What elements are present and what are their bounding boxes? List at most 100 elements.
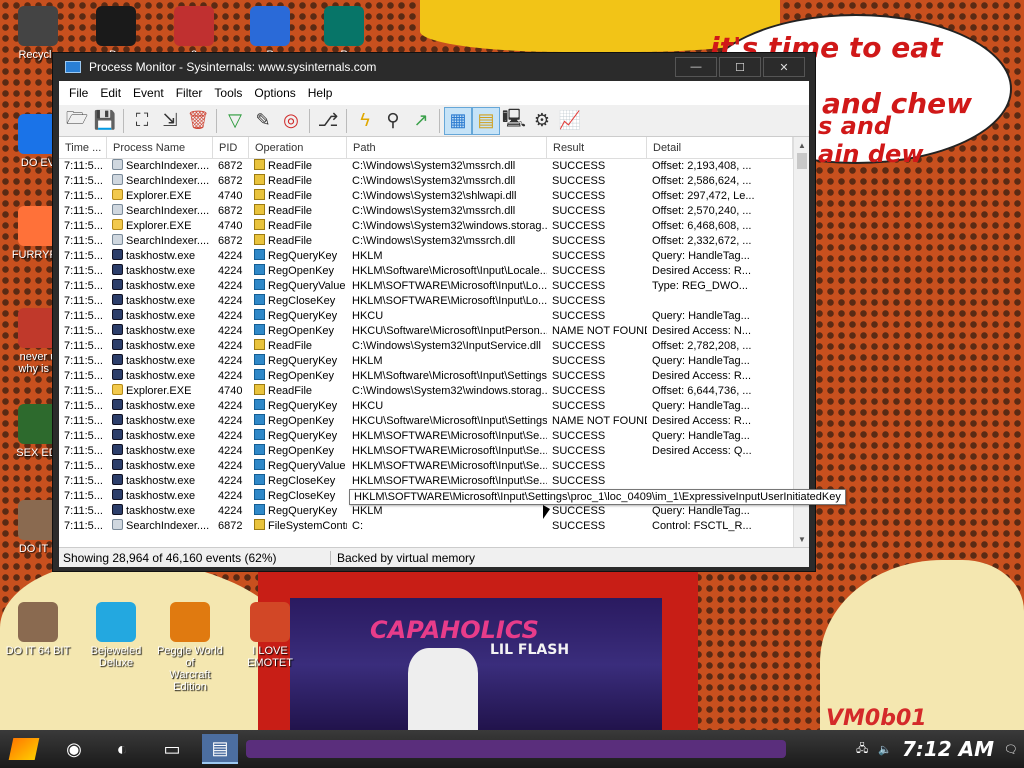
cell-operation: RegOpenKey (249, 369, 347, 384)
table-row[interactable]: 7:11:5... taskhostw.exe 4224 RegQueryValue H… (59, 459, 809, 474)
col-path[interactable]: Path (347, 137, 547, 158)
registry-op-icon (254, 504, 265, 515)
table-row[interactable]: 7:11:5... SearchIndexer.... 6872 ReadFile C:… (59, 234, 809, 249)
table-row[interactable]: 7:11:5... taskhostw.exe 4224 RegQueryKey HKL… (59, 354, 809, 369)
menu-edit[interactable]: Edit (94, 86, 127, 100)
filter-icon[interactable]: ▽ (221, 107, 249, 135)
table-row[interactable]: 7:11:5... SearchIndexer.... 6872 FileSystem… (59, 519, 809, 534)
desktop-icon[interactable]: DO IT 64 BIT (0, 602, 76, 657)
network-icon[interactable]: 🖧 (856, 740, 868, 759)
capture-icon[interactable]: ⛶ (128, 107, 156, 135)
mouse-cursor-icon (543, 505, 550, 519)
table-row[interactable]: 7:11:5... Explorer.EXE 4740 ReadFile C:\Wind… (59, 219, 809, 234)
cell-detail: Type: REG_DWO... (647, 279, 793, 294)
table-row[interactable]: 7:11:5... taskhostw.exe 4224 RegOpenKey HKLM… (59, 264, 809, 279)
cell-time-text: 7:11:5... (64, 370, 103, 382)
process-activity-icon[interactable]: ⚙ (528, 107, 556, 135)
cell-detail: Desired Access: R... (647, 414, 793, 429)
table-row[interactable]: 7:11:5... SearchIndexer.... 6872 ReadFile C:… (59, 204, 809, 219)
taskbar-explorer-icon[interactable]: ▭ (154, 734, 190, 764)
table-row[interactable]: 7:11:5... taskhostw.exe 4224 RegCloseKey HKL… (59, 474, 809, 489)
cell-result: NAME NOT FOUND (547, 414, 647, 429)
table-row[interactable]: 7:11:5... taskhostw.exe 4224 RegQueryKey HKC… (59, 399, 809, 414)
network-activity-icon[interactable]: 🖳 (500, 107, 528, 135)
table-row[interactable]: 7:11:5... taskhostw.exe 4224 RegOpenKey HKCU… (59, 324, 809, 339)
col-time[interactable]: Time ... (59, 137, 107, 158)
col-pid[interactable]: PID (213, 137, 249, 158)
highlight-icon[interactable]: ✎ (249, 107, 277, 135)
table-row[interactable]: 7:11:5... Explorer.EXE 4740 ReadFile C:\Wind… (59, 384, 809, 399)
start-button[interactable] (6, 734, 42, 764)
table-row[interactable]: 7:11:5... taskhostw.exe 4224 ReadFile C:\Win… (59, 339, 809, 354)
cell-time-text: 7:11:5... (64, 190, 103, 202)
scroll-down-icon[interactable]: ▼ (794, 531, 809, 547)
table-row[interactable]: 7:11:5... SearchIndexer.... 6872 ReadFile C:… (59, 159, 809, 174)
scroll-up-icon[interactable]: ▲ (794, 137, 809, 153)
table-row[interactable]: 7:11:5... SearchIndexer.... 6872 ReadFile C:… (59, 174, 809, 189)
vertical-scrollbar[interactable]: ▲ ▼ (793, 137, 809, 547)
table-row[interactable]: 7:11:5... taskhostw.exe 4224 RegOpenKey HKLM… (59, 444, 809, 459)
notifications-icon[interactable]: 🗨 (1004, 743, 1018, 756)
cell-pid-text: 4740 (218, 220, 243, 232)
filesystem-activity-icon[interactable]: ▤ (472, 106, 500, 135)
minimize-button[interactable]: — (675, 57, 717, 77)
menu-event[interactable]: Event (127, 86, 170, 100)
app-2-icon (174, 6, 214, 46)
col-process-name[interactable]: Process Name (107, 137, 213, 158)
menu-file[interactable]: File (63, 86, 94, 100)
cell-pid-text: 4224 (218, 250, 243, 262)
desktop-icon[interactable]: I LOVE EMOTET (232, 602, 308, 669)
volume-icon[interactable]: 🔈 (878, 743, 892, 756)
cell-pid: 4740 (213, 219, 249, 234)
desktop-icon[interactable]: Bejeweled Deluxe (78, 602, 154, 669)
save-icon[interactable]: 💾 (91, 107, 119, 135)
taskbar-procmon-icon[interactable]: ▤ (202, 734, 238, 764)
cell-detail: Query: HandleTag... (647, 309, 793, 324)
cell-pid-text: 4224 (218, 265, 243, 277)
menu-help[interactable]: Help (302, 86, 339, 100)
desktop-icon[interactable]: Peggle World of Warcraft Edition (152, 602, 228, 693)
profiling-activity-icon[interactable]: 📈 (556, 107, 584, 135)
table-row[interactable]: 7:11:5... taskhostw.exe 4224 RegQueryValue H… (59, 279, 809, 294)
table-row[interactable]: 7:11:5... taskhostw.exe 4224 RegOpenKey HKCU… (59, 414, 809, 429)
col-detail[interactable]: Detail (647, 137, 793, 158)
table-row[interactable]: 7:11:5... taskhostw.exe 4224 RegQueryKey HKL… (59, 429, 809, 444)
table-row[interactable]: 7:11:5... taskhostw.exe 4224 RegQueryKey HKL… (59, 504, 809, 519)
cell-path: C:\Windows\System32\mssrch.dll (347, 204, 547, 219)
clock[interactable]: 7:12 AM (902, 737, 994, 761)
col-operation[interactable]: Operation (249, 137, 347, 158)
open-folder-icon[interactable]: 🗁 (63, 107, 91, 135)
col-result[interactable]: Result (547, 137, 647, 158)
cell-operation-text: ReadFile (268, 160, 313, 172)
table-row[interactable]: 7:11:5... taskhostw.exe 4224 RegOpenKey HKLM… (59, 369, 809, 384)
find-icon[interactable]: ⚲ (379, 107, 407, 135)
lightning-icon[interactable]: ϟ (351, 107, 379, 135)
maximize-button[interactable]: ☐ (719, 57, 761, 77)
menu-options[interactable]: Options (248, 86, 301, 100)
table-row[interactable]: 7:11:5... taskhostw.exe 4224 RegCloseKey HKL… (59, 294, 809, 309)
cell-process-text: Explorer.EXE (126, 220, 192, 232)
process-tree-icon[interactable]: ⎇ (314, 107, 342, 135)
registry-activity-icon[interactable]: ▦ (444, 106, 472, 135)
table-row[interactable]: 7:11:5... Explorer.EXE 4740 ReadFile C:\Wind… (59, 189, 809, 204)
taskbar: ◉ ◐ ▭ ▤ 🖧 🔈 7:12 AM 🗨 (0, 730, 1024, 768)
menu-filter[interactable]: Filter (170, 86, 209, 100)
close-button[interactable]: ✕ (763, 57, 805, 77)
include-target-icon[interactable]: ◎ (277, 107, 305, 135)
jump-to-icon[interactable]: ↗ (407, 107, 435, 135)
cell-process: taskhostw.exe (107, 309, 213, 324)
table-row[interactable]: 7:11:5... taskhostw.exe 4224 RegQueryKey HKC… (59, 309, 809, 324)
scroll-thumb[interactable] (797, 153, 807, 169)
cell-operation-text: ReadFile (268, 190, 313, 202)
grid-body: 7:11:5... SearchIndexer.... 6872 ReadFile C:… (59, 159, 809, 534)
taskbar-chrome-icon[interactable]: ◉ (56, 734, 92, 764)
cell-result: SUCCESS (547, 369, 647, 384)
event-grid[interactable]: Time ... Process Name PID Operation Path… (59, 137, 809, 547)
menu-tools[interactable]: Tools (208, 86, 248, 100)
taskbar-firefox-icon[interactable]: ◐ (104, 734, 140, 764)
process-monitor-window: Process Monitor - Sysinternals: www.sysi… (52, 52, 846, 572)
autoscroll-icon[interactable]: ⇲ (156, 107, 184, 135)
table-row[interactable]: 7:11:5... taskhostw.exe 4224 RegQueryKey HKL… (59, 249, 809, 264)
p-app-icon (250, 6, 290, 46)
clear-display-icon[interactable]: 🗑 (184, 107, 212, 135)
